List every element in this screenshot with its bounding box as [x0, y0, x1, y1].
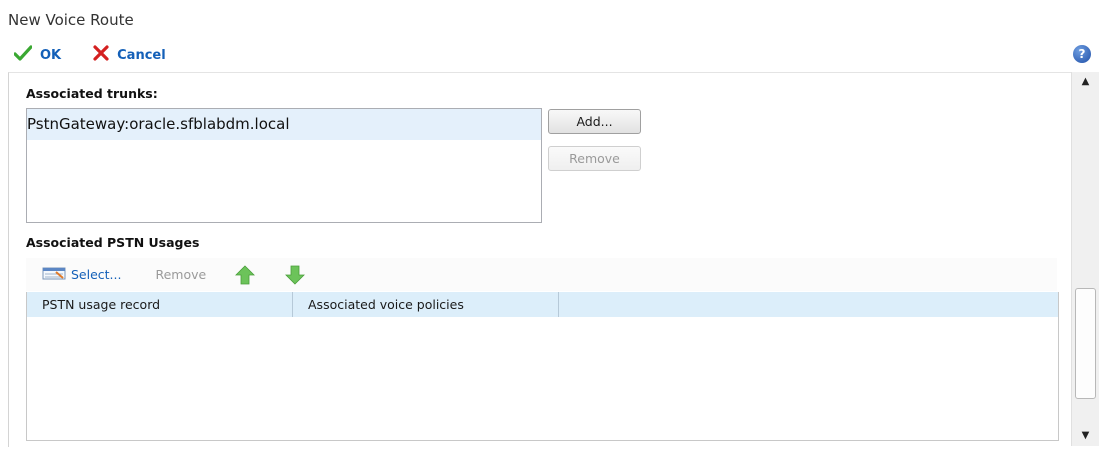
- trunk-list-item[interactable]: PstnGateway:oracle.sfblabdm.local: [27, 109, 541, 140]
- column-header-pstn-usage-record[interactable]: PSTN usage record: [27, 292, 293, 317]
- scroll-down-icon[interactable]: ▼: [1072, 426, 1099, 446]
- column-header-empty: [559, 292, 1058, 317]
- ok-label: OK: [40, 47, 62, 63]
- x-icon: [93, 45, 109, 65]
- window-title: New Voice Route: [8, 11, 134, 29]
- check-icon: [13, 45, 33, 65]
- arrow-down-icon[interactable]: [284, 264, 306, 286]
- add-trunk-button[interactable]: Add...: [548, 109, 641, 134]
- ok-button[interactable]: OK: [13, 45, 62, 65]
- main-toolbar: OK Cancel: [13, 44, 198, 66]
- help-icon[interactable]: ?: [1073, 45, 1091, 63]
- scroll-up-icon[interactable]: ▲: [1072, 72, 1099, 92]
- cancel-label: Cancel: [117, 47, 166, 63]
- pstn-toolbar: Select... Remove: [26, 258, 1057, 291]
- cancel-button[interactable]: Cancel: [93, 45, 166, 65]
- pstn-usage-grid[interactable]: PSTN usage record Associated voice polic…: [26, 292, 1059, 441]
- select-list-icon: [42, 265, 66, 284]
- remove-trunk-button[interactable]: Remove: [548, 146, 641, 171]
- grid-header: PSTN usage record Associated voice polic…: [27, 292, 1058, 317]
- associated-trunks-label: Associated trunks:: [26, 86, 158, 101]
- scroll-thumb[interactable]: [1075, 288, 1096, 399]
- vertical-scrollbar[interactable]: ▲ ▼: [1071, 72, 1099, 446]
- remove-usage-button[interactable]: Remove: [155, 267, 206, 282]
- arrow-up-icon[interactable]: [234, 264, 256, 286]
- trunk-list[interactable]: PstnGateway:oracle.sfblabdm.local: [26, 108, 542, 223]
- select-label: Select...: [71, 267, 122, 282]
- column-header-associated-voice-policies[interactable]: Associated voice policies: [293, 292, 559, 317]
- associated-pstn-usages-label: Associated PSTN Usages: [26, 235, 200, 250]
- select-button[interactable]: Select...: [42, 265, 121, 284]
